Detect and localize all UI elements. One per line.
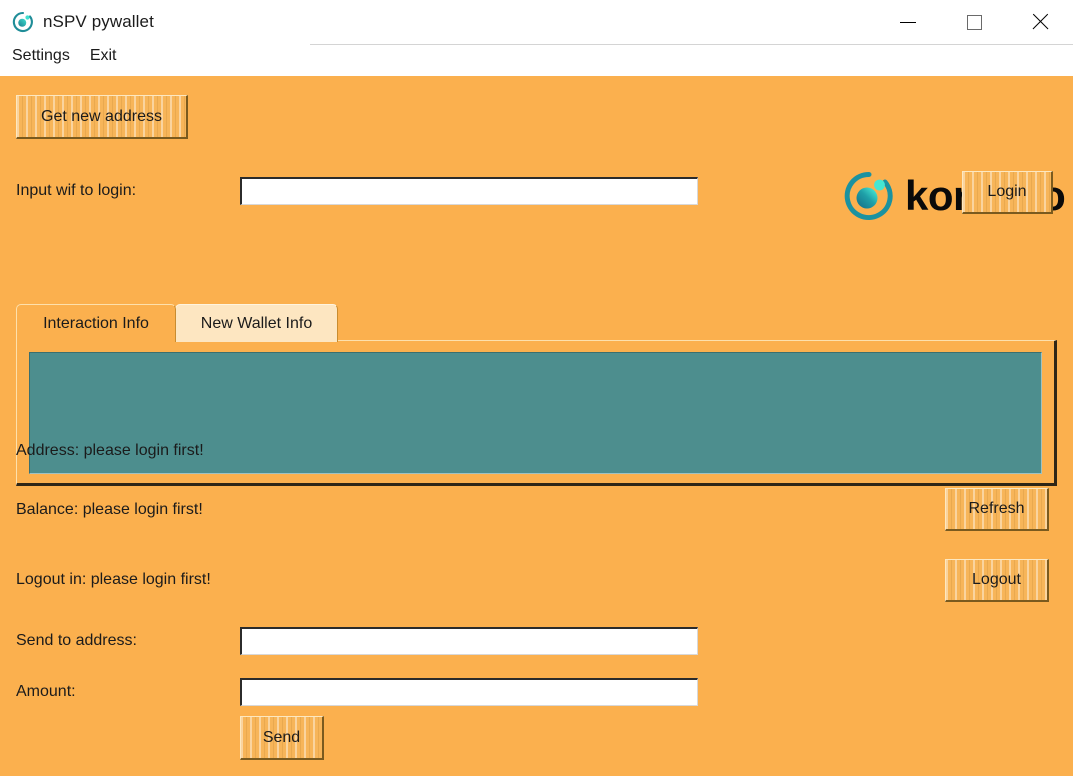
- komodo-circle-icon: [12, 11, 34, 33]
- menu-item-settings[interactable]: Settings: [10, 45, 79, 67]
- title-bar: nSPV pywallet: [0, 0, 1073, 44]
- close-icon: [1030, 12, 1050, 32]
- window-controls: [875, 0, 1073, 44]
- minimize-button[interactable]: [875, 0, 941, 44]
- send-address-label: Send to address:: [16, 632, 137, 649]
- get-new-address-button[interactable]: Get new address: [16, 95, 188, 139]
- tab-interaction-info[interactable]: Interaction Info: [16, 304, 176, 342]
- app-window: nSPV pywallet Settings Exit Get new addr…: [0, 0, 1073, 776]
- send-address-input[interactable]: [240, 627, 698, 655]
- window-title: nSPV pywallet: [43, 12, 154, 31]
- tab-new-wallet-info[interactable]: New Wallet Info: [175, 304, 338, 342]
- title-bar-left: nSPV pywallet: [12, 8, 154, 36]
- balance-status-label: Balance: please login first!: [16, 501, 203, 518]
- refresh-button[interactable]: Refresh: [945, 488, 1049, 531]
- menu-bar: Settings Exit: [0, 45, 1073, 76]
- send-button[interactable]: Send: [240, 716, 324, 760]
- wif-input[interactable]: [240, 177, 698, 205]
- wif-label: Input wif to login:: [16, 182, 137, 199]
- maximize-button[interactable]: [941, 0, 1007, 44]
- close-button[interactable]: [1007, 0, 1073, 44]
- tab-strip: Interaction Info New Wallet Info: [16, 304, 1057, 342]
- amount-input[interactable]: [240, 678, 698, 706]
- main-content: Get new address komodo: [0, 76, 1073, 776]
- login-button[interactable]: Login: [962, 171, 1053, 214]
- komodo-logo-icon: [843, 170, 895, 222]
- maximize-icon: [966, 14, 982, 30]
- logout-button[interactable]: Logout: [945, 559, 1049, 602]
- logout-status-label: Logout in: please login first!: [16, 571, 211, 588]
- minimize-icon: [900, 21, 916, 23]
- amount-label: Amount:: [16, 683, 76, 700]
- menu-item-exit[interactable]: Exit: [88, 45, 126, 67]
- address-status-label: Address: please login first!: [16, 442, 204, 459]
